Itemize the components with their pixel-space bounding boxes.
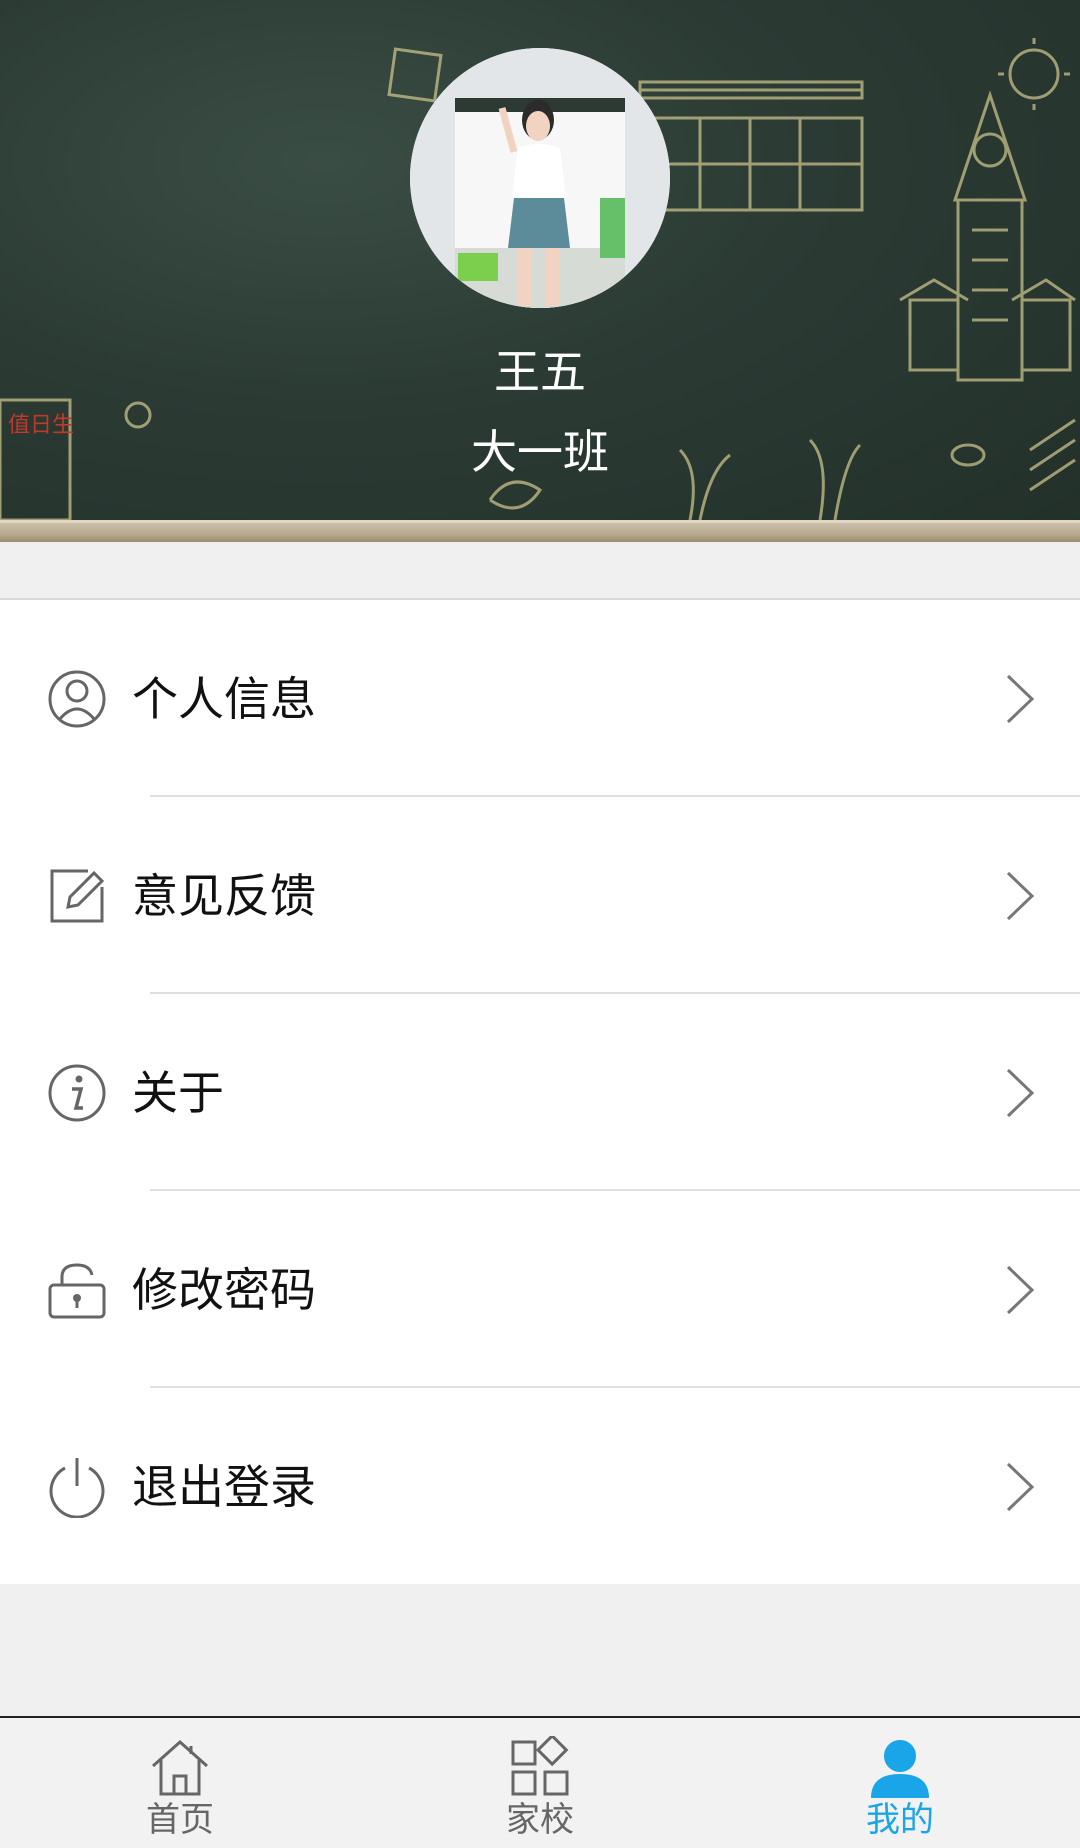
avatar-photo <box>410 48 670 308</box>
board-ledge <box>0 520 1080 542</box>
chevron-right-icon <box>1006 1068 1035 1118</box>
power-icon <box>49 1458 105 1518</box>
menu-item-label: 个人信息 <box>132 672 316 726</box>
chevron-right-icon <box>1006 1462 1035 1512</box>
chevron-right-icon <box>1006 1265 1035 1315</box>
settings-menu: 个人信息 意见反馈 关于 修改密码 退出登录 <box>0 598 1080 1584</box>
menu-item-change-password[interactable]: 修改密码 <box>0 1191 1080 1388</box>
user-name: 王五 <box>494 345 586 399</box>
tab-label: 首页 <box>146 1800 214 1840</box>
lock-icon <box>48 1263 106 1319</box>
info-icon <box>48 1064 106 1122</box>
menu-item-label: 退出登录 <box>132 1460 316 1514</box>
tab-label: 我的 <box>866 1800 934 1840</box>
user-class: 大一班 <box>471 425 609 479</box>
home-icon <box>152 1739 208 1796</box>
edit-icon <box>50 869 105 923</box>
bottom-tab-bar: 首页 家校 我的 <box>0 1716 1080 1848</box>
profile-header: 值日生 王五 大一班 <box>0 0 1080 542</box>
tab-home-school[interactable]: 家校 <box>360 1718 720 1848</box>
chevron-right-icon <box>1006 871 1035 921</box>
user-circle-icon <box>48 670 106 728</box>
tab-label: 家校 <box>506 1800 574 1840</box>
profile-screen: 值日生 王五 大一班 个人信息 意见反馈 关于 修改密码 退出登录 首页 家校 … <box>0 0 1080 1848</box>
menu-item-about[interactable]: 关于 <box>0 994 1080 1191</box>
menu-item-label: 关于 <box>132 1066 224 1120</box>
menu-item-logout[interactable]: 退出登录 <box>0 1388 1080 1585</box>
tab-mine[interactable]: 我的 <box>720 1718 1080 1848</box>
menu-item-label: 意见反馈 <box>132 869 316 923</box>
apps-icon <box>511 1736 569 1796</box>
chevron-right-icon <box>1006 674 1035 724</box>
menu-item-feedback[interactable]: 意见反馈 <box>0 797 1080 994</box>
menu-item-personal-info[interactable]: 个人信息 <box>0 600 1080 797</box>
avatar[interactable] <box>410 48 670 308</box>
tab-home[interactable]: 首页 <box>0 1718 360 1848</box>
menu-item-label: 修改密码 <box>132 1263 316 1317</box>
person-icon <box>871 1738 929 1798</box>
